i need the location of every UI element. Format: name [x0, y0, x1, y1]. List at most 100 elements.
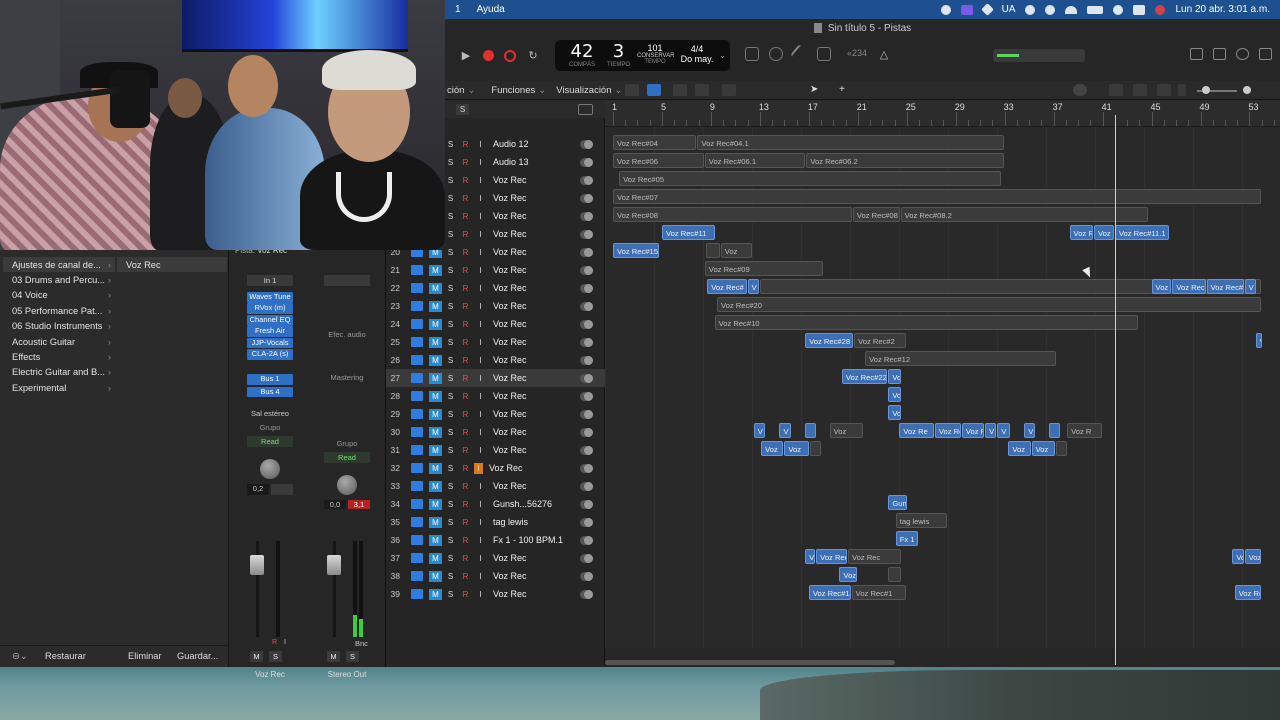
audio-region[interactable]: Vo — [805, 549, 816, 564]
audio-region[interactable]: Voz Rec#09 — [704, 261, 823, 276]
track-header[interactable]: 39 M S R I Voz Rec — [386, 585, 605, 603]
record-enable-button[interactable]: R — [459, 589, 472, 600]
add-icon[interactable] — [1025, 4, 1036, 15]
audio-region[interactable]: Voz — [720, 243, 752, 258]
track-header[interactable]: 30 M S R I Voz Rec — [386, 423, 605, 441]
track-name[interactable]: Voz Rec — [493, 229, 563, 239]
audio-region[interactable]: V — [747, 279, 759, 294]
list-icon[interactable] — [1213, 48, 1226, 60]
volume-knob-icon[interactable] — [580, 139, 593, 149]
track-header[interactable]: 28 M S R I Voz Rec — [386, 387, 605, 405]
play-icon[interactable]: ▶ — [459, 49, 473, 63]
input-monitor-button[interactable]: I — [474, 175, 487, 186]
wifi-icon[interactable] — [1065, 5, 1078, 14]
audio-region[interactable]: Voz — [761, 441, 784, 456]
audio-region[interactable] — [810, 441, 822, 456]
input-monitor-button[interactable]: I — [474, 535, 487, 546]
solo-button[interactable]: S — [444, 571, 457, 582]
plugin-slot[interactable]: Channel EQ — [247, 314, 293, 326]
lcd-chevron-icon[interactable]: ⌄ — [719, 51, 726, 60]
volume-knob-icon[interactable] — [580, 373, 593, 383]
volume-knob-icon[interactable] — [580, 211, 593, 221]
track-header[interactable]: 31 M S R I Voz Rec — [386, 441, 605, 459]
record-enable-button[interactable]: R — [459, 517, 472, 528]
mute-button[interactable]: M — [429, 534, 442, 546]
audio-region[interactable]: Voz Rec#10 — [714, 315, 1139, 330]
lcd-display[interactable]: 42 COMPÁS 3 TIEMPO 101 CONSERVAR TEMPO 4… — [555, 40, 730, 71]
track-header[interactable]: 29 M S R I Voz Rec — [386, 405, 605, 423]
volume-knob-icon[interactable] — [580, 301, 593, 311]
audio-region[interactable]: Voz Rec#07 — [613, 189, 1261, 204]
siri-icon[interactable] — [1155, 4, 1166, 15]
audio-region[interactable] — [1056, 441, 1068, 456]
pointer-tool-icon[interactable]: ➤ — [810, 84, 824, 96]
input-monitor-button[interactable]: I — [474, 427, 487, 438]
volume-knob-icon[interactable] — [580, 193, 593, 203]
record-enable-button[interactable]: R — [459, 247, 472, 258]
input-monitor-button[interactable]: I — [474, 355, 487, 366]
track-name[interactable]: Gunsh...56276 — [493, 499, 563, 509]
track-header[interactable]: 32 M S R I Voz Rec — [386, 459, 605, 477]
strip-record-button[interactable]: R — [272, 639, 281, 649]
snap-icon[interactable] — [1073, 84, 1087, 96]
mastering-slot[interactable]: Mastering — [309, 373, 385, 382]
cycle-icon[interactable]: ↻ — [526, 49, 540, 63]
audio-region[interactable]: Voz Rec — [1234, 585, 1261, 600]
audio-region[interactable]: Voz Rec#04 — [613, 135, 697, 150]
track-name[interactable]: Voz Rec — [493, 427, 563, 437]
audio-region[interactable]: Voz — [1151, 279, 1172, 294]
record-enable-button[interactable]: R — [459, 571, 472, 582]
automation-mode[interactable]: Read — [247, 436, 293, 448]
zoom-slider-knob-2[interactable] — [1243, 86, 1251, 94]
track-name[interactable]: Voz Rec — [493, 301, 563, 311]
audio-region[interactable]: Voz R — [961, 423, 985, 438]
audio-region[interactable]: Voz Rec — [816, 549, 847, 564]
volume-knob-icon[interactable] — [580, 535, 593, 545]
mute-button[interactable]: M — [429, 498, 442, 510]
search-icon[interactable] — [1113, 4, 1124, 15]
solo-button[interactable]: S — [444, 229, 457, 240]
volume-fader-out[interactable] — [327, 541, 349, 637]
track-name[interactable]: Voz Rec — [493, 175, 563, 185]
record-enable-button[interactable]: R — [459, 355, 472, 366]
group-slot[interactable]: Grupo — [232, 423, 308, 432]
record-enable-button[interactable]: R — [459, 229, 472, 240]
solo-button[interactable]: S — [444, 373, 457, 384]
track-name[interactable]: Voz Rec — [493, 247, 563, 257]
library-category[interactable]: Experimental › — [3, 380, 115, 395]
record-enable-button[interactable]: R — [459, 373, 472, 384]
audio-region[interactable]: Voz Re — [899, 423, 934, 438]
track-header[interactable]: 35 M S R Itag lewis — [386, 513, 605, 531]
track-header[interactable]: 21 M S R I Voz Rec — [386, 261, 605, 279]
audio-region[interactable]: Voz Rec#20 — [717, 297, 1261, 312]
delete-button[interactable]: Eliminar — [128, 651, 162, 661]
audio-region[interactable]: Voz Rec#04.1 — [697, 135, 1004, 150]
volume-knob-icon[interactable] — [580, 157, 593, 167]
audio-region[interactable] — [888, 567, 901, 582]
input-monitor-button[interactable]: I — [474, 337, 487, 348]
plugin-slot[interactable]: JJP-Vocals — [247, 337, 293, 349]
volume-knob-icon[interactable] — [580, 337, 593, 347]
track-name[interactable]: Audio 12 — [493, 139, 563, 149]
input-monitor-button[interactable]: I — [474, 445, 487, 456]
library-patch-item[interactable]: Voz Rec — [117, 257, 227, 273]
bar-ruler[interactable]: 1 5 9 13 17 21 25 29 33 37 41 45 49 53 — [605, 100, 1280, 127]
mute-button-out[interactable]: M — [327, 651, 340, 662]
input-monitor-button[interactable]: I — [474, 391, 487, 402]
input-slot[interactable]: In 1 — [247, 275, 293, 286]
audio-region[interactable]: Voz Rec#08.2 — [900, 207, 1149, 222]
audio-region[interactable]: Voz Rec#12 — [865, 351, 1057, 366]
input-monitor-button[interactable]: I — [474, 283, 487, 294]
mute-button[interactable]: M — [429, 318, 442, 330]
audio-region[interactable]: Voz Rec#2 — [854, 333, 906, 348]
audio-region[interactable]: Voz Rec#14 — [808, 585, 851, 600]
input-monitor-button[interactable]: I — [474, 139, 487, 150]
input-monitor-button[interactable]: I — [474, 247, 487, 258]
record-enable-button[interactable]: R — [459, 283, 472, 294]
record-enable-button[interactable]: R — [459, 193, 472, 204]
library-category[interactable]: Acoustic Guitar › — [3, 334, 115, 349]
volume-knob-icon[interactable] — [580, 517, 593, 527]
screen-record-icon[interactable] — [960, 4, 973, 15]
input-monitor-button[interactable]: I — [474, 319, 487, 330]
solo-button[interactable]: S — [269, 651, 282, 662]
